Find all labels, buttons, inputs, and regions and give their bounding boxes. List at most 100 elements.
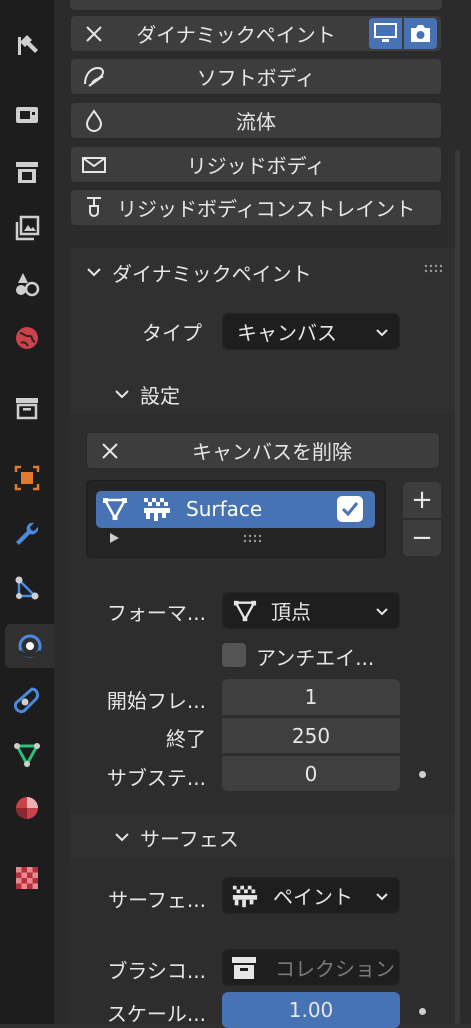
chevron-down-icon[interactable]	[114, 829, 130, 845]
rigid-body-constraint-label: リジッドボディコンストレイント	[117, 197, 416, 221]
close-icon	[102, 443, 118, 459]
tab-tool[interactable]	[5, 22, 49, 66]
particles-icon	[15, 576, 39, 600]
world-icon	[16, 327, 38, 349]
frame-start-label: 開始フレ...	[106, 689, 206, 713]
close-icon	[86, 26, 102, 42]
scrollbar[interactable]	[455, 150, 460, 1024]
fluid-label: 流体	[236, 110, 276, 134]
tab-collection[interactable]	[5, 386, 49, 430]
frame-start-field[interactable]: 1	[222, 679, 400, 715]
remove-surface-button[interactable]: −	[403, 520, 441, 556]
add-surface-button[interactable]: +	[403, 482, 441, 518]
tab-constraints[interactable]	[5, 678, 49, 722]
object-icon	[14, 465, 40, 491]
scale-field[interactable]: 1.00	[222, 992, 400, 1028]
type-label: タイプ	[142, 321, 202, 345]
tab-physics[interactable]	[5, 624, 54, 668]
type-dropdown[interactable]: キャンバス	[222, 313, 400, 350]
softbody-icon	[84, 66, 104, 87]
surface-type-dropdown[interactable]: ペイント	[222, 877, 400, 914]
fluid-button[interactable]: 流体	[70, 102, 442, 139]
show-render-toggle[interactable]	[404, 18, 437, 49]
constraint-icon	[13, 687, 40, 714]
show-viewport-toggle[interactable]	[369, 18, 402, 49]
vertex-icon	[233, 600, 257, 622]
properties-tab-bar	[0, 0, 54, 1024]
surface-enabled-checkbox[interactable]	[337, 496, 363, 522]
drag-handle-icon[interactable]	[424, 264, 444, 274]
monitor-icon	[374, 23, 397, 42]
list-resize-handle-icon[interactable]	[243, 534, 263, 544]
surface-type-label: サーフェ...	[108, 888, 206, 912]
scale-label: スケール...	[106, 1002, 206, 1026]
remove-canvas-button[interactable]: キャンバスを削除	[86, 432, 440, 469]
collection-icon	[232, 957, 256, 979]
view-layer-icon	[15, 215, 40, 241]
constraint-icon	[87, 197, 101, 217]
keyframe-dot-icon[interactable]	[419, 771, 426, 778]
paint-surface-icon	[144, 498, 170, 521]
scene-icon	[16, 273, 40, 297]
rigid-body-constraint-button[interactable]: リジッドボディコンストレイント	[70, 189, 442, 226]
brush-collection-placeholder: コレクション	[275, 957, 395, 981]
type-value: キャンバス	[237, 321, 337, 345]
collection-icon	[16, 398, 38, 420]
rigidbody-icon	[82, 157, 106, 173]
tab-material[interactable]	[5, 786, 49, 830]
output-icon	[16, 162, 38, 183]
format-label: フォーマ...	[106, 601, 206, 625]
keyframe-dot-icon[interactable]	[419, 1008, 426, 1015]
expand-triangle-icon[interactable]	[108, 532, 120, 544]
rigid-body-button[interactable]: リジッドボディ	[70, 146, 442, 183]
previous-button-edge	[70, 0, 442, 10]
settings-subpanel-title[interactable]: 設定	[140, 380, 180, 409]
tab-view-layer[interactable]	[5, 206, 49, 250]
physics-icon	[18, 634, 41, 658]
paint-surface-icon	[232, 885, 258, 908]
surface-type-value: ペイント	[273, 885, 353, 909]
tab-modifiers[interactable]	[5, 512, 49, 556]
panel-title[interactable]: ダイナミックペイント	[112, 258, 312, 287]
rigid-body-label: リジッドボディ	[186, 154, 326, 178]
chevron-down-icon	[376, 329, 388, 337]
substeps-field[interactable]: 0	[222, 755, 400, 791]
chevron-down-icon[interactable]	[86, 264, 102, 280]
brush-collection-label: ブラシコ...	[107, 959, 206, 983]
frame-end-field[interactable]: 250	[222, 717, 400, 753]
tab-object[interactable]	[5, 456, 49, 500]
list-item[interactable]: Surface	[96, 491, 375, 528]
checkmark-icon	[341, 502, 359, 517]
fluid-drop-icon	[85, 109, 103, 132]
tab-particles[interactable]	[5, 566, 49, 610]
camera-icon	[411, 25, 430, 42]
dynamic-paint-button[interactable]: ダイナミックペイント	[70, 15, 442, 52]
render-icon	[16, 107, 38, 123]
chevron-down-icon[interactable]	[114, 386, 130, 402]
remove-canvas-label: キャンバスを削除	[192, 440, 352, 464]
frame-end-label: 終了	[166, 727, 206, 751]
soft-body-button[interactable]: ソフトボディ	[70, 58, 442, 95]
chevron-down-icon	[376, 893, 388, 901]
surface-name[interactable]: Surface	[186, 497, 262, 521]
tool-icon	[18, 35, 38, 55]
antialias-checkbox[interactable]	[222, 643, 246, 667]
antialias-label[interactable]: アンチエイ...	[256, 642, 374, 671]
chevron-down-icon	[376, 608, 388, 616]
wrench-icon	[16, 522, 39, 545]
tab-scene[interactable]	[5, 262, 49, 306]
soft-body-label: ソフトボディ	[196, 66, 316, 90]
texture-checker-icon	[16, 867, 38, 889]
vertex-icon	[102, 498, 128, 521]
tab-world[interactable]	[5, 316, 49, 360]
surface-subpanel-title[interactable]: サーフェス	[140, 823, 239, 852]
brush-collection-field[interactable]: コレクション	[222, 949, 400, 986]
tab-output[interactable]	[5, 150, 49, 194]
format-value: 頂点	[271, 600, 311, 624]
tab-data[interactable]	[5, 732, 49, 776]
substeps-label: サブステ...	[106, 766, 206, 790]
format-dropdown[interactable]: 頂点	[222, 592, 400, 629]
tab-texture[interactable]	[5, 856, 49, 900]
tab-render[interactable]	[5, 92, 49, 136]
material-icon	[16, 797, 38, 819]
